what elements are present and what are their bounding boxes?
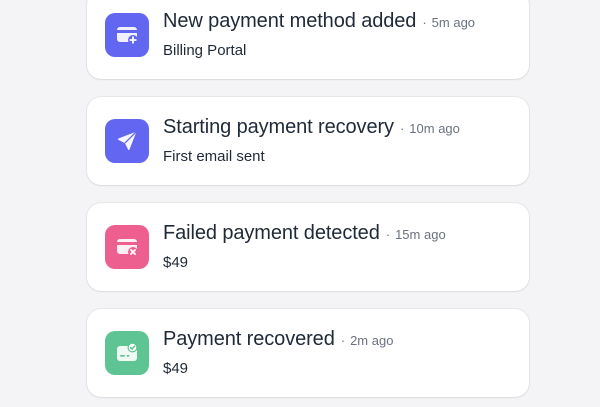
event-detail: $49	[163, 360, 189, 377]
event-detail: First email sent	[163, 148, 265, 165]
event-detail: Billing Portal	[163, 42, 247, 59]
event-title: Starting payment recovery	[163, 116, 394, 138]
event-title: New payment method added	[163, 10, 417, 32]
paper-plane-icon	[117, 131, 137, 151]
event-timestamp: 2m ago	[350, 333, 394, 348]
event-icon-tile	[105, 331, 149, 375]
event-timestamp: 10m ago	[409, 121, 460, 136]
card-x-icon	[117, 239, 138, 257]
event-timestamp: 15m ago	[395, 227, 446, 242]
event-icon-tile	[105, 225, 149, 269]
activity-card-payment-recovered[interactable]: Payment recovered · 2m ago $49	[87, 309, 529, 397]
event-detail: $49	[163, 254, 189, 271]
separator-dot: ·	[340, 333, 346, 348]
event-timestamp: 5m ago	[431, 15, 476, 30]
card-plus-icon	[117, 27, 138, 45]
separator-dot: ·	[399, 121, 405, 136]
activity-feed: New payment method added · 5m ago Billin…	[0, 0, 600, 407]
activity-card-payment-recovery-started[interactable]: Starting payment recovery · 10m ago Firs…	[87, 97, 529, 185]
event-title: Failed payment detected	[163, 222, 380, 244]
activity-card-payment-method-added[interactable]: New payment method added · 5m ago Billin…	[87, 0, 529, 79]
separator-dot: ·	[385, 227, 391, 242]
event-icon-tile	[105, 119, 149, 163]
activity-card-payment-failed[interactable]: Failed payment detected · 15m ago $49	[87, 203, 529, 291]
separator-dot: ·	[422, 15, 427, 30]
event-title: Payment recovered	[163, 328, 335, 350]
card-check-icon	[117, 342, 138, 361]
event-icon-tile	[105, 13, 149, 57]
